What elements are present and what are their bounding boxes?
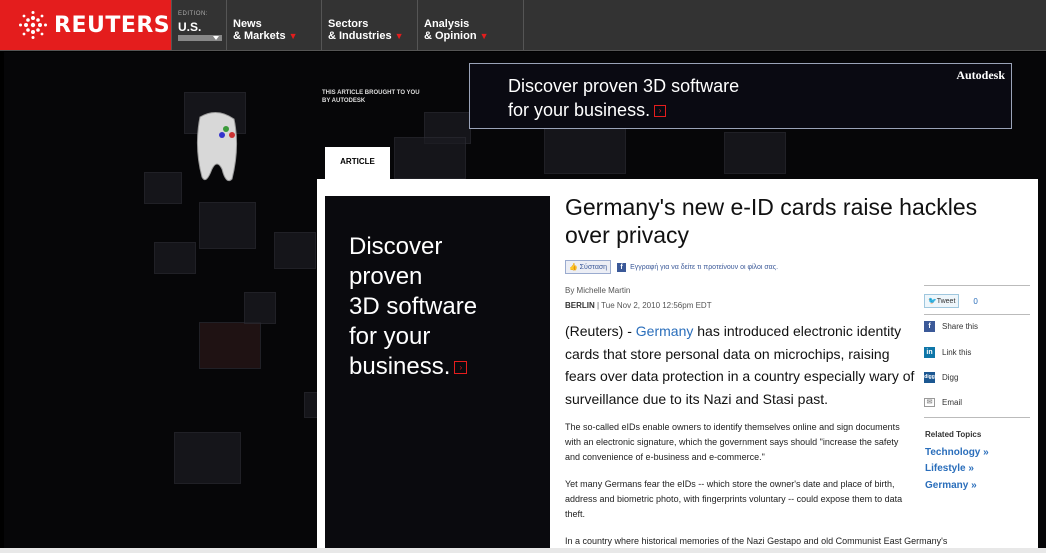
background-tile [199, 202, 256, 249]
envelope-icon: ✉ [924, 398, 935, 407]
article-paragraph: The so-called eIDs enable owners to iden… [565, 422, 900, 462]
share-this-label: Share this [942, 322, 979, 331]
background-tile [199, 322, 261, 369]
digg-this[interactable]: digg Digg [924, 372, 958, 383]
email-label: Email [942, 398, 963, 407]
background-tile [274, 232, 316, 269]
background-tile [724, 132, 786, 174]
related-topic-germany[interactable]: Germany » [925, 480, 977, 491]
top-banner-ad-text: Discover proven 3D software for your bus… [508, 74, 739, 122]
nav-sectors-industries-label: Sectors & Industries [328, 18, 392, 42]
edition-dropdown[interactable] [178, 35, 222, 41]
background-tile [174, 432, 241, 484]
share-this[interactable]: f Share this [924, 321, 978, 332]
related-topic-lifestyle[interactable]: Lifestyle » [925, 463, 974, 474]
article-paragraph: Yet many Germans fear the eIDs -- which … [565, 479, 903, 519]
reuters-logo-icon [19, 11, 47, 39]
recommend-button[interactable]: 👍 Σύσταση [565, 260, 612, 274]
digg-icon: digg [924, 372, 935, 383]
link-this-label: Link this [942, 348, 972, 357]
article-paragraph: In a country where historical memories o… [565, 536, 948, 546]
left-ad[interactable]: Discover proven 3D software for your bus… [325, 196, 550, 553]
divider [924, 314, 1030, 315]
background-tile [154, 242, 196, 274]
facebook-signup-link[interactable]: Εγγραφή για να δείτε τι προτείνουν οι φί… [630, 264, 778, 271]
arrow-right-icon[interactable]: › [454, 361, 468, 375]
bottom-bar [0, 548, 1046, 553]
left-ad-text: Discover proven 3D software for your bus… [349, 232, 477, 382]
tweet-button[interactable]: 🐦Tweet [924, 294, 960, 308]
germany-link[interactable]: Germany [636, 323, 694, 339]
chevron-down-icon: ▼ [479, 31, 489, 41]
tab-article[interactable]: ARTICLE [325, 147, 390, 179]
facebook-icon: f [617, 262, 627, 272]
digg-label: Digg [942, 373, 959, 382]
divider [924, 417, 1030, 418]
dateline-city: BERLIN [565, 301, 595, 310]
brand-name: REUTERS [54, 12, 171, 38]
email-this[interactable]: ✉ Email [924, 398, 962, 407]
recommend-label: Σύσταση [579, 264, 608, 271]
edition-selector[interactable]: EDITION: U.S. [171, 0, 227, 50]
nav-sectors-industries[interactable]: Sectors & Industries ▼ [321, 0, 418, 50]
game-controller-icon [196, 112, 238, 182]
lead-prefix: (Reuters) - [565, 323, 636, 339]
related-topic-technology[interactable]: Technology » [925, 447, 989, 458]
edition-label: EDITION: [178, 11, 209, 17]
background-tile [144, 172, 182, 204]
top-banner-ad[interactable]: Discover proven 3D software for your bus… [469, 63, 1012, 129]
reuters-logo[interactable]: REUTERS [0, 0, 171, 50]
nav-analysis-opinion-label: Analysis & Opinion [424, 18, 477, 42]
related-topics-title: Related Topics [925, 430, 982, 439]
top-banner-ad-copy: Discover proven 3D software for your bus… [508, 76, 740, 120]
nav-analysis-opinion[interactable]: Analysis & Opinion ▼ [417, 0, 524, 50]
share-rail: 🐦Tweet 0 f Share this in Link this digg Dig… [924, 285, 1030, 418]
thumbs-up-icon: 👍 [569, 264, 578, 271]
link-this[interactable]: in Link this [924, 347, 971, 358]
dateline-date: | Tue Nov 2, 2010 12:56pm EDT [594, 301, 712, 310]
left-ad-copy: Discover proven 3D software for your bus… [349, 233, 478, 380]
linkedin-icon: in [924, 347, 935, 358]
tweet-label: Tweet [936, 298, 956, 305]
byline: By Michelle Martin [565, 286, 631, 295]
background-tile [394, 137, 466, 179]
autodesk-logo: Autodesk [956, 68, 1005, 82]
tweet-count: 0 [973, 296, 978, 306]
facebook-icon: f [924, 321, 935, 332]
background-tile [544, 127, 626, 174]
divider [924, 285, 1030, 286]
facebook-recommend: 👍 Σύσταση f Εγγραφή για να δείτε τι προτ… [565, 259, 778, 275]
nav-news-markets[interactable]: News & Markets ▼ [226, 0, 322, 50]
twitter-bird-icon: 🐦 [928, 298, 937, 305]
background-tile [244, 292, 276, 324]
nav-news-markets-label: News & Markets [233, 18, 286, 42]
chevron-down-icon: ▼ [394, 31, 404, 41]
arrow-right-icon[interactable]: › [654, 105, 667, 118]
chevron-down-icon: ▼ [288, 31, 298, 41]
ad-sponsor-note: THIS ARTICLE BROUGHT TO YOU BY AUTODESK [322, 90, 420, 104]
article-title: Germany's new e-ID cards raise hackles o… [565, 194, 978, 248]
article-lead: (Reuters) - Germany has introduced elect… [565, 320, 921, 410]
dateline: BERLIN | Tue Nov 2, 2010 12:56pm EDT [565, 301, 712, 310]
edition-value: U.S. [178, 20, 202, 34]
top-nav: REUTERS EDITION: U.S. News & Markets ▼ S… [0, 0, 1046, 51]
